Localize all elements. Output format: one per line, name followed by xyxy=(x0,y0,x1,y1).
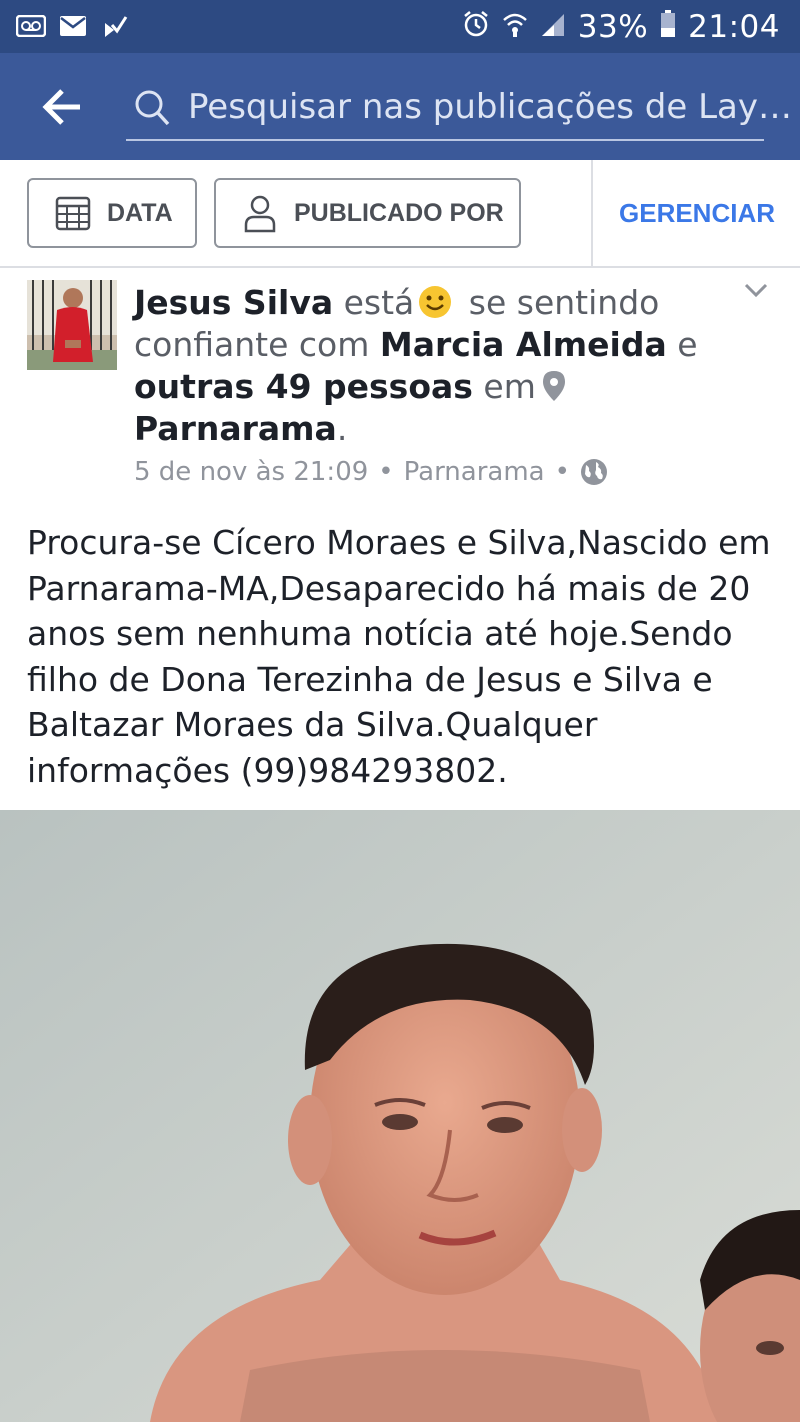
location-pin-icon xyxy=(542,370,566,402)
smiling-emoji-icon xyxy=(418,285,452,319)
search-input[interactable]: Pesquisar nas publicações de Lay… xyxy=(126,81,792,141)
filter-bar: DATA PUBLICADO POR GERENCIAR xyxy=(0,160,800,268)
alarm-icon xyxy=(462,8,490,46)
avatar[interactable] xyxy=(27,280,117,370)
at-text: em xyxy=(483,367,536,406)
signal-icon xyxy=(540,8,566,46)
post-headline: Jesus Silva está se sentindo confiante c… xyxy=(134,283,698,448)
meta-separator: • xyxy=(554,457,570,487)
search-header: Pesquisar nas publicações de Lay… xyxy=(0,53,800,160)
meta-separator: • xyxy=(378,457,394,487)
date-filter-label: DATA xyxy=(107,198,173,227)
post-location[interactable]: Parnarama xyxy=(404,457,545,487)
post-text: Procura-se Cícero Moraes e Silva,Nascido… xyxy=(27,523,771,790)
posted-by-filter-button[interactable]: PUBLICADO POR xyxy=(214,178,521,248)
check-flag-icon xyxy=(100,13,130,39)
manage-button[interactable]: GERENCIAR xyxy=(619,198,775,229)
place-link[interactable]: Parnarama xyxy=(134,409,337,448)
post-meta: 5 de nov às 21:09 • Parnarama • xyxy=(134,457,608,487)
post-photo[interactable] xyxy=(0,810,800,1422)
calendar-icon xyxy=(53,193,93,233)
post-options-chevron-icon[interactable] xyxy=(741,278,771,302)
tagged-name[interactable]: Marcia Almeida xyxy=(380,325,667,364)
person-icon xyxy=(240,193,280,233)
posted-by-filter-label: PUBLICADO POR xyxy=(294,198,504,227)
others-link[interactable]: outras 49 pessoas xyxy=(134,367,473,406)
status-right: 33% 21:04 xyxy=(462,8,780,46)
search-placeholder: Pesquisar nas publicações de Lay… xyxy=(188,87,793,127)
battery-percent: 33% xyxy=(577,9,649,45)
post-date[interactable]: 5 de nov às 21:09 xyxy=(134,457,368,487)
date-filter-button[interactable]: DATA xyxy=(27,178,197,248)
voicemail-icon xyxy=(16,13,46,39)
and-text: e xyxy=(677,325,698,364)
author-name[interactable]: Jesus Silva xyxy=(134,283,333,322)
globe-icon xyxy=(580,458,608,486)
verb-text: está xyxy=(343,283,415,322)
post-card: Jesus Silva está se sentindo confiante c… xyxy=(0,270,800,810)
mail-icon xyxy=(58,13,88,39)
back-arrow-icon[interactable] xyxy=(40,87,84,127)
battery-icon xyxy=(660,8,676,46)
status-bar: 33% 21:04 xyxy=(0,0,800,53)
wifi-icon xyxy=(502,8,528,46)
search-icon xyxy=(134,89,170,127)
divider xyxy=(591,160,593,266)
notification-icons xyxy=(16,13,130,39)
clock: 21:04 xyxy=(688,9,780,45)
